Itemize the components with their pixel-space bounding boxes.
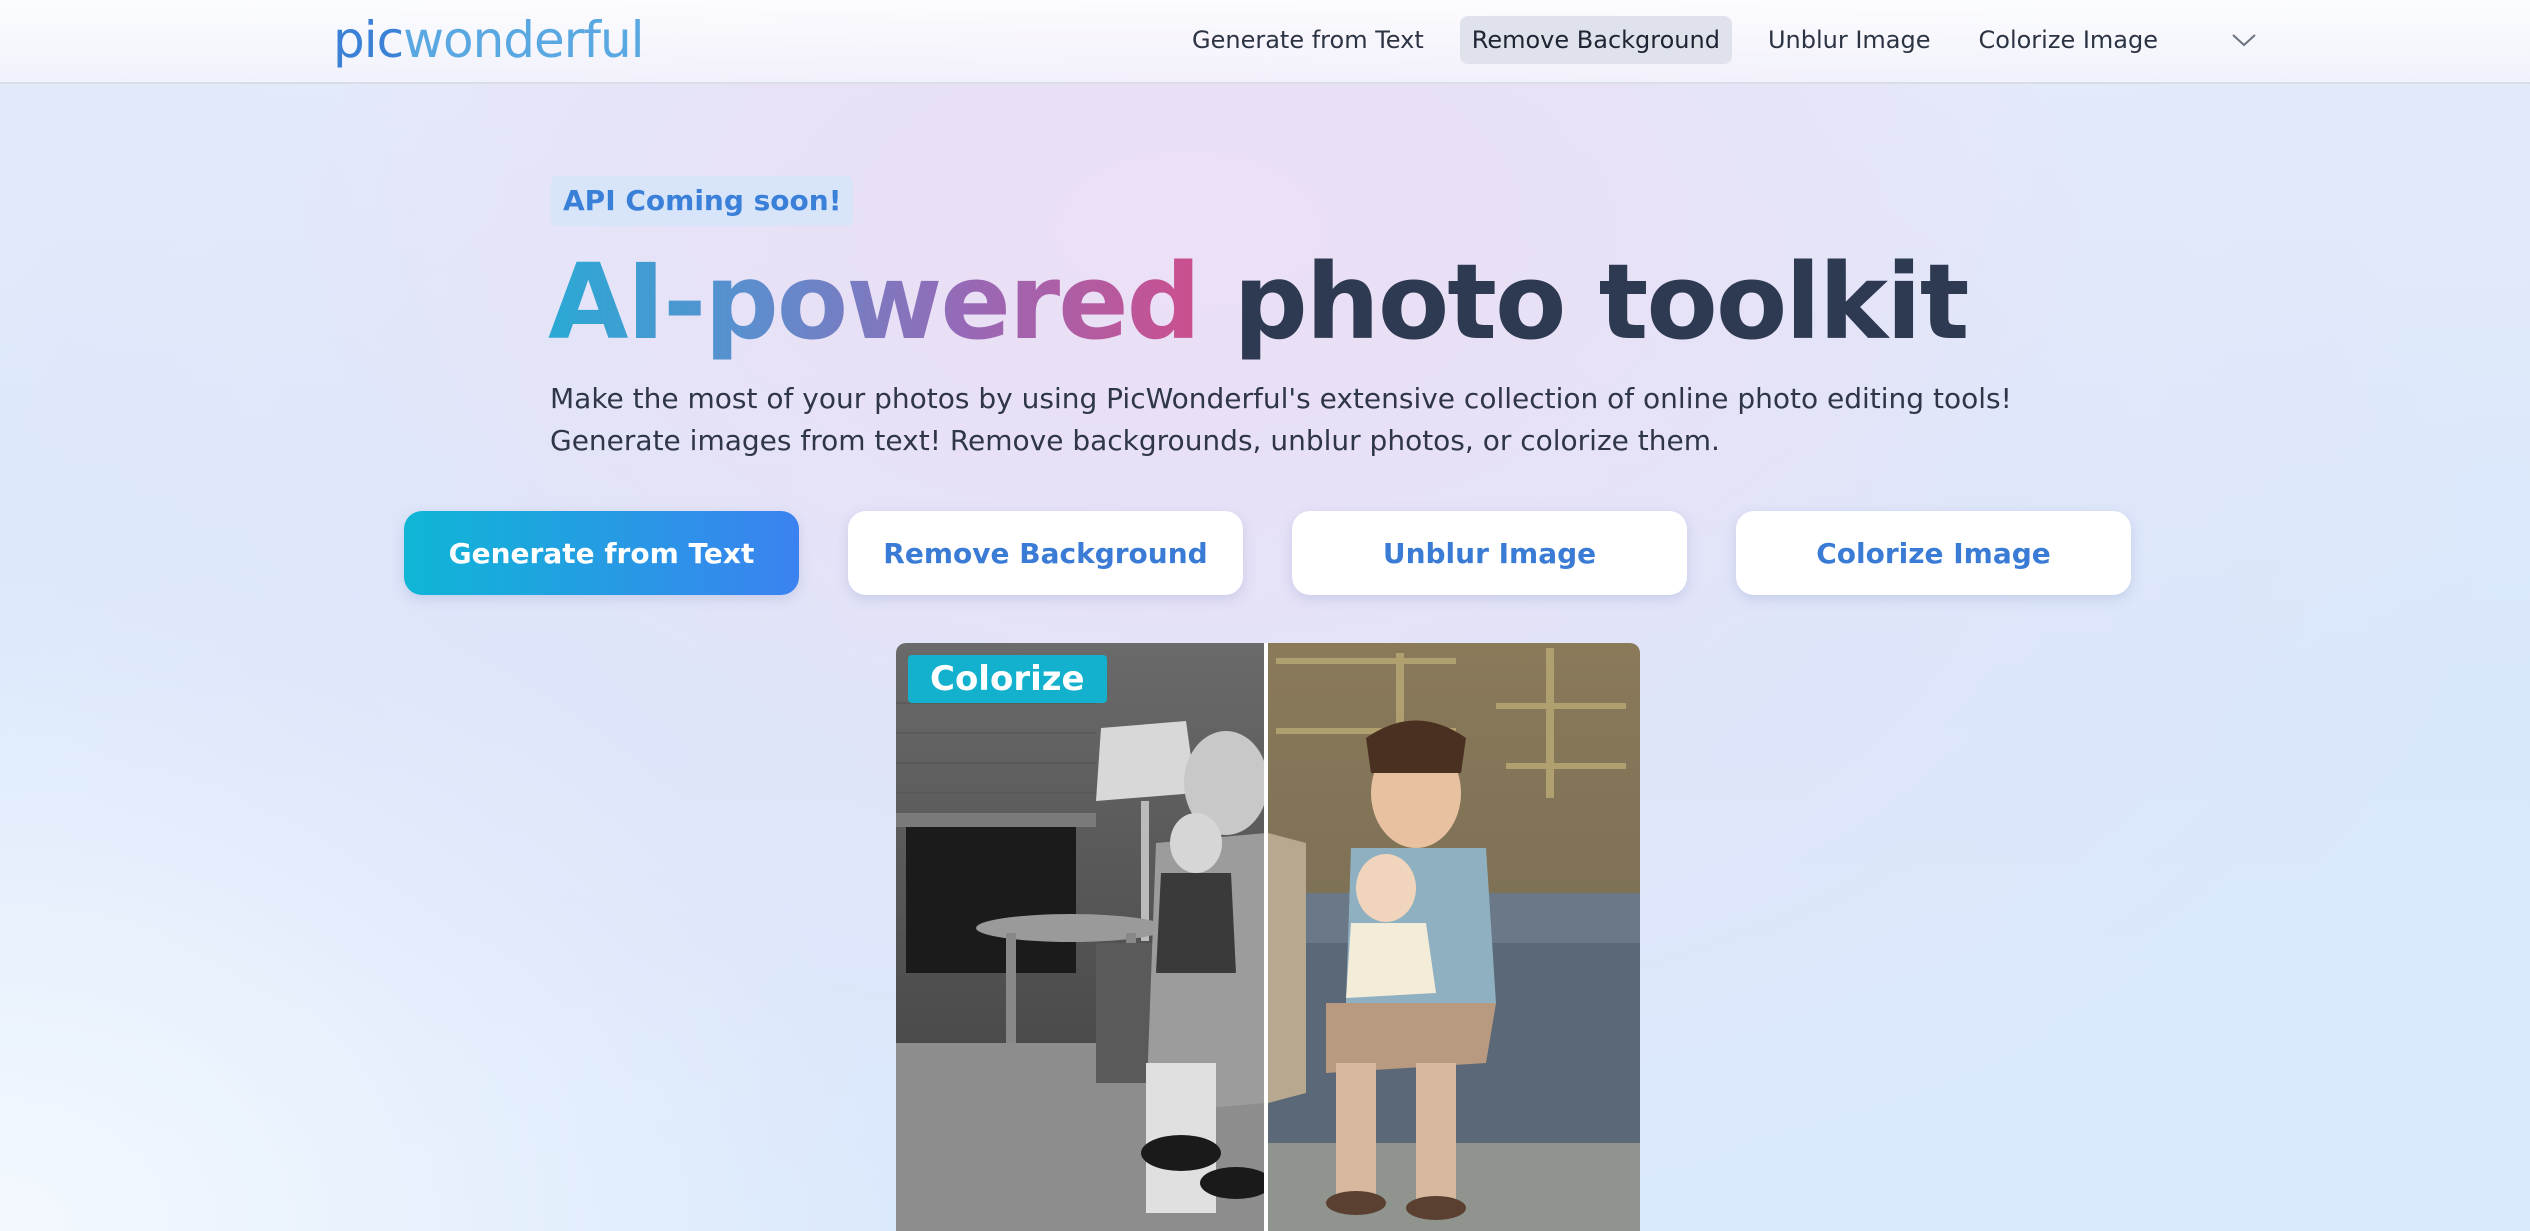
after-half (1268, 643, 1640, 1231)
hero-subtitle: Make the most of your photos by using Pi… (550, 378, 2050, 462)
chevron-down-icon[interactable] (2230, 26, 2258, 54)
remove-background-button[interactable]: Remove Background (848, 511, 1243, 595)
colorize-preview-image: Colorize (896, 643, 1640, 1231)
main-nav: Generate from Text Remove Background Unb… (1180, 16, 2258, 64)
subtitle-line-1: Make the most of your photos by using Pi… (550, 382, 2012, 415)
headline-dark-text: photo toolkit (1233, 241, 1969, 363)
nav-generate-from-text[interactable]: Generate from Text (1180, 16, 1436, 64)
colorize-label-badge: Colorize (908, 655, 1107, 703)
generate-from-text-button[interactable]: Generate from Text (404, 511, 799, 595)
subtitle-line-2: Generate images from text! Remove backgr… (550, 424, 1720, 457)
api-coming-soon-badge: API Coming soon! (551, 176, 854, 226)
before-after-photo (896, 643, 1640, 1231)
comparison-divider[interactable] (1264, 643, 1268, 1231)
unblur-image-button[interactable]: Unblur Image (1292, 511, 1687, 595)
headline-gradient-text: AI-powered (548, 241, 1201, 363)
nav-remove-background[interactable]: Remove Background (1459, 16, 1732, 64)
site-logo[interactable]: picwonderful (333, 10, 645, 70)
nav-unblur-image[interactable]: Unblur Image (1756, 16, 1943, 64)
colorize-image-button[interactable]: Colorize Image (1736, 511, 2131, 595)
before-half (896, 643, 1272, 1231)
top-navbar: picwonderful Generate from Text Remove B… (0, 0, 2530, 84)
page-title: AI-powered photo toolkit (548, 232, 1969, 372)
logo-part-pic: pic (333, 11, 404, 69)
logo-part-wonderful: wonderful (403, 11, 644, 69)
nav-colorize-image[interactable]: Colorize Image (1967, 16, 2170, 64)
